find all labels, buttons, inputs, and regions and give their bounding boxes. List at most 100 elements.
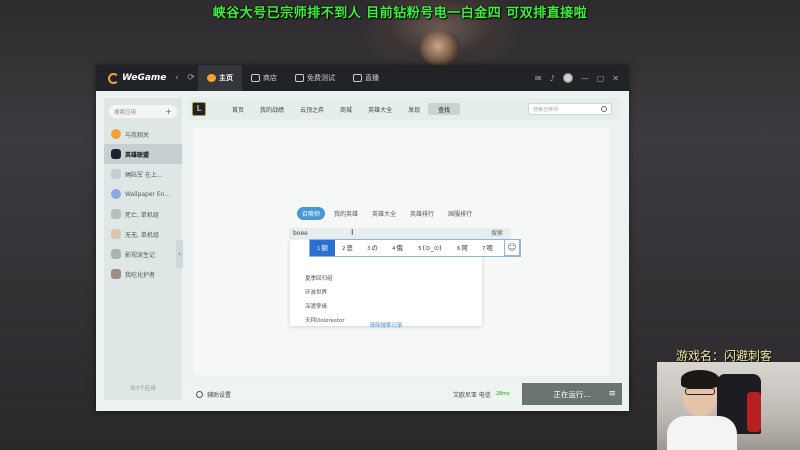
tab-tft[interactable]: 云顶之弈 xyxy=(292,98,332,120)
ime-candidate-5[interactable]: 5(⊙_⊙) xyxy=(410,240,450,256)
bottom-bar: 辅助设置 艾欧尼亚 电信 28ms ⇧ 正在运行... ≡ xyxy=(184,383,622,405)
ime-candidate-4[interactable]: 4俄 xyxy=(385,240,410,256)
free-test-icon xyxy=(295,74,304,82)
sidebar-item-game6[interactable]: 无无, 单机组 xyxy=(104,224,182,244)
ime-candidate-text: 俄 xyxy=(396,244,403,252)
summoner-search-placeholder: 搜索召唤师 xyxy=(533,106,559,113)
assist-settings-button[interactable]: 辅助设置 xyxy=(196,390,231,399)
webcam-person-hair xyxy=(681,370,719,388)
refresh-button[interactable]: ⟳ xyxy=(184,73,198,83)
ime-candidate-number: 1 xyxy=(317,246,321,252)
lookup-search-button[interactable]: 搜索 xyxy=(483,228,511,239)
tab-live[interactable]: 直播 xyxy=(344,65,388,91)
lookup-search-value: boee xyxy=(293,230,308,237)
lol-logo-icon[interactable]: L xyxy=(192,102,206,116)
sidebar-item-game3[interactable]: 绳陆军 在上... xyxy=(104,164,182,184)
ime-candidate-text: 恶 xyxy=(346,244,353,252)
related-icon xyxy=(111,129,121,139)
assist-settings-label: 辅助设置 xyxy=(207,391,232,399)
tab-free-test-label: 免费测试 xyxy=(307,74,335,82)
history-item[interactable]: 环游世界 xyxy=(305,288,327,296)
ime-candidate-1[interactable]: 1额 xyxy=(310,240,335,256)
wegame-logo-text: WeGame xyxy=(122,73,167,83)
tab-home-label: 主页 xyxy=(219,74,233,82)
back-button[interactable]: ‹ xyxy=(170,73,184,83)
subtab-hero-rank[interactable]: 英雄排行 xyxy=(405,207,439,220)
webcam-feed xyxy=(657,362,800,450)
sidebar-item-game5[interactable]: 死亡, 单机组 xyxy=(104,204,182,224)
webcam-person-glasses xyxy=(685,388,715,395)
sidebar-item-related[interactable]: 与我相关 xyxy=(104,124,182,144)
game-icon xyxy=(111,249,121,259)
tab-mall[interactable]: 商城 xyxy=(332,98,360,120)
subtab-summoner[interactable]: 召唤师 xyxy=(297,207,326,220)
sidebar-item-label: 英雄联盟 xyxy=(125,151,150,159)
sidebar-item-label: 无无, 单机组 xyxy=(125,231,159,239)
tab-store[interactable]: 商店 xyxy=(242,65,286,91)
add-app-button[interactable]: + xyxy=(165,107,172,116)
ime-candidate-7[interactable]: 7呃 xyxy=(475,240,500,256)
sidebar-item-label: 绳陆军 在上... xyxy=(125,171,163,179)
subtab-my-heroes[interactable]: 我的英雄 xyxy=(329,207,363,220)
tab-game-home[interactable]: 首页 xyxy=(224,98,252,120)
running-status-label: 正在运行... xyxy=(553,389,591,399)
sidebar-item-label: 我吃化护者 xyxy=(125,271,156,279)
sidebar-item-game7[interactable]: 影视深生记 xyxy=(104,244,182,264)
summoner-search-input[interactable]: 搜索召唤师 xyxy=(528,103,612,115)
subtab-hero-list[interactable]: 英雄大全 xyxy=(367,207,401,220)
tab-free-test[interactable]: 免费测试 xyxy=(286,65,344,91)
subtab-server-rank[interactable]: 国服排行 xyxy=(443,207,477,220)
sidebar-item-wallpaper[interactable]: Wallpaper En... xyxy=(104,184,182,204)
tab-home[interactable]: 主页 xyxy=(198,65,242,91)
history-item[interactable]: 深渡孽缘 xyxy=(305,302,327,310)
ime-candidate-text: 额 xyxy=(321,244,328,252)
tab-lookup[interactable]: 查找 xyxy=(428,103,461,115)
ime-candidate-number: 4 xyxy=(392,246,396,252)
mail-icon[interactable]: ✉ xyxy=(535,74,542,83)
sidebar-item-label: 死亡, 单机组 xyxy=(125,211,159,219)
game-icon xyxy=(111,269,121,279)
wegame-logo[interactable]: WeGame xyxy=(108,72,170,84)
running-status-button[interactable]: 正在运行... ≡ xyxy=(522,383,622,405)
wegame-client-window: WeGame ‹ ⟳ 主页 商店 免费测试 直播 ✉ ♪ — ▢ ✕ 搜索应用 … xyxy=(96,65,629,411)
mic-icon[interactable]: ♪ xyxy=(550,74,555,83)
ime-candidate-bar: 1额 2恶 3の 4俄 5(⊙_⊙) 6阿 7呃 xyxy=(309,239,521,257)
game-icon xyxy=(111,209,121,219)
ime-candidate-6[interactable]: 6阿 xyxy=(450,240,475,256)
lookup-search-input[interactable]: boee 搜索 xyxy=(289,228,511,239)
top-bar: WeGame ‹ ⟳ 主页 商店 免费测试 直播 ✉ ♪ — ▢ ✕ xyxy=(96,65,629,91)
history-item[interactable]: 夏季回归组 xyxy=(305,274,333,282)
ime-candidate-3[interactable]: 3の xyxy=(360,240,385,256)
ime-candidate-2[interactable]: 2恶 xyxy=(335,240,360,256)
ime-candidate-number: 3 xyxy=(367,246,371,252)
sidebar-collapse-button[interactable]: ‹ xyxy=(176,240,183,268)
menu-icon[interactable]: ≡ xyxy=(608,389,616,399)
home-icon xyxy=(207,74,216,82)
clear-history-link[interactable]: 清除搜索记录 xyxy=(290,321,482,329)
search-icon[interactable] xyxy=(601,106,607,112)
ime-candidate-number: 7 xyxy=(482,246,486,252)
wegame-logo-icon xyxy=(108,72,119,84)
wallpaper-icon xyxy=(111,189,121,199)
ime-candidate-text: 阿 xyxy=(461,244,468,252)
game-header: L 首页 我的战绩 云顶之弈 商城 英雄大全 发现 查找 搜索召唤师 xyxy=(188,98,620,120)
sidebar-item-game8[interactable]: 我吃化护者 xyxy=(104,264,182,284)
sidebar-search-input[interactable]: 搜索应用 + xyxy=(109,105,177,118)
close-button[interactable]: ✕ xyxy=(612,74,619,83)
sidebar-footer-count: 共7个应用 xyxy=(130,386,156,392)
app-sidebar: 搜索应用 + 与我相关 英雄联盟 绳陆军 在上... Wallpaper En.… xyxy=(104,98,182,400)
top-right-controls: ✉ ♪ — ▢ ✕ xyxy=(535,73,619,83)
maximize-button[interactable]: ▢ xyxy=(597,74,605,83)
store-icon xyxy=(251,74,260,82)
minimize-button[interactable]: — xyxy=(581,74,589,83)
tab-champions[interactable]: 英雄大全 xyxy=(360,98,400,120)
sidebar-item-label: 与我相关 xyxy=(125,131,150,139)
sidebar-search-placeholder: 搜索应用 xyxy=(114,109,137,116)
user-avatar[interactable] xyxy=(562,73,573,83)
tab-live-label: 直播 xyxy=(365,74,379,82)
ime-emoji-button[interactable]: ☺ xyxy=(504,239,520,256)
tab-discover[interactable]: 发现 xyxy=(400,98,428,120)
webcam-chair-accent xyxy=(747,392,761,432)
tab-my-record[interactable]: 我的战绩 xyxy=(252,98,292,120)
sidebar-item-lol[interactable]: 英雄联盟 xyxy=(104,144,182,164)
